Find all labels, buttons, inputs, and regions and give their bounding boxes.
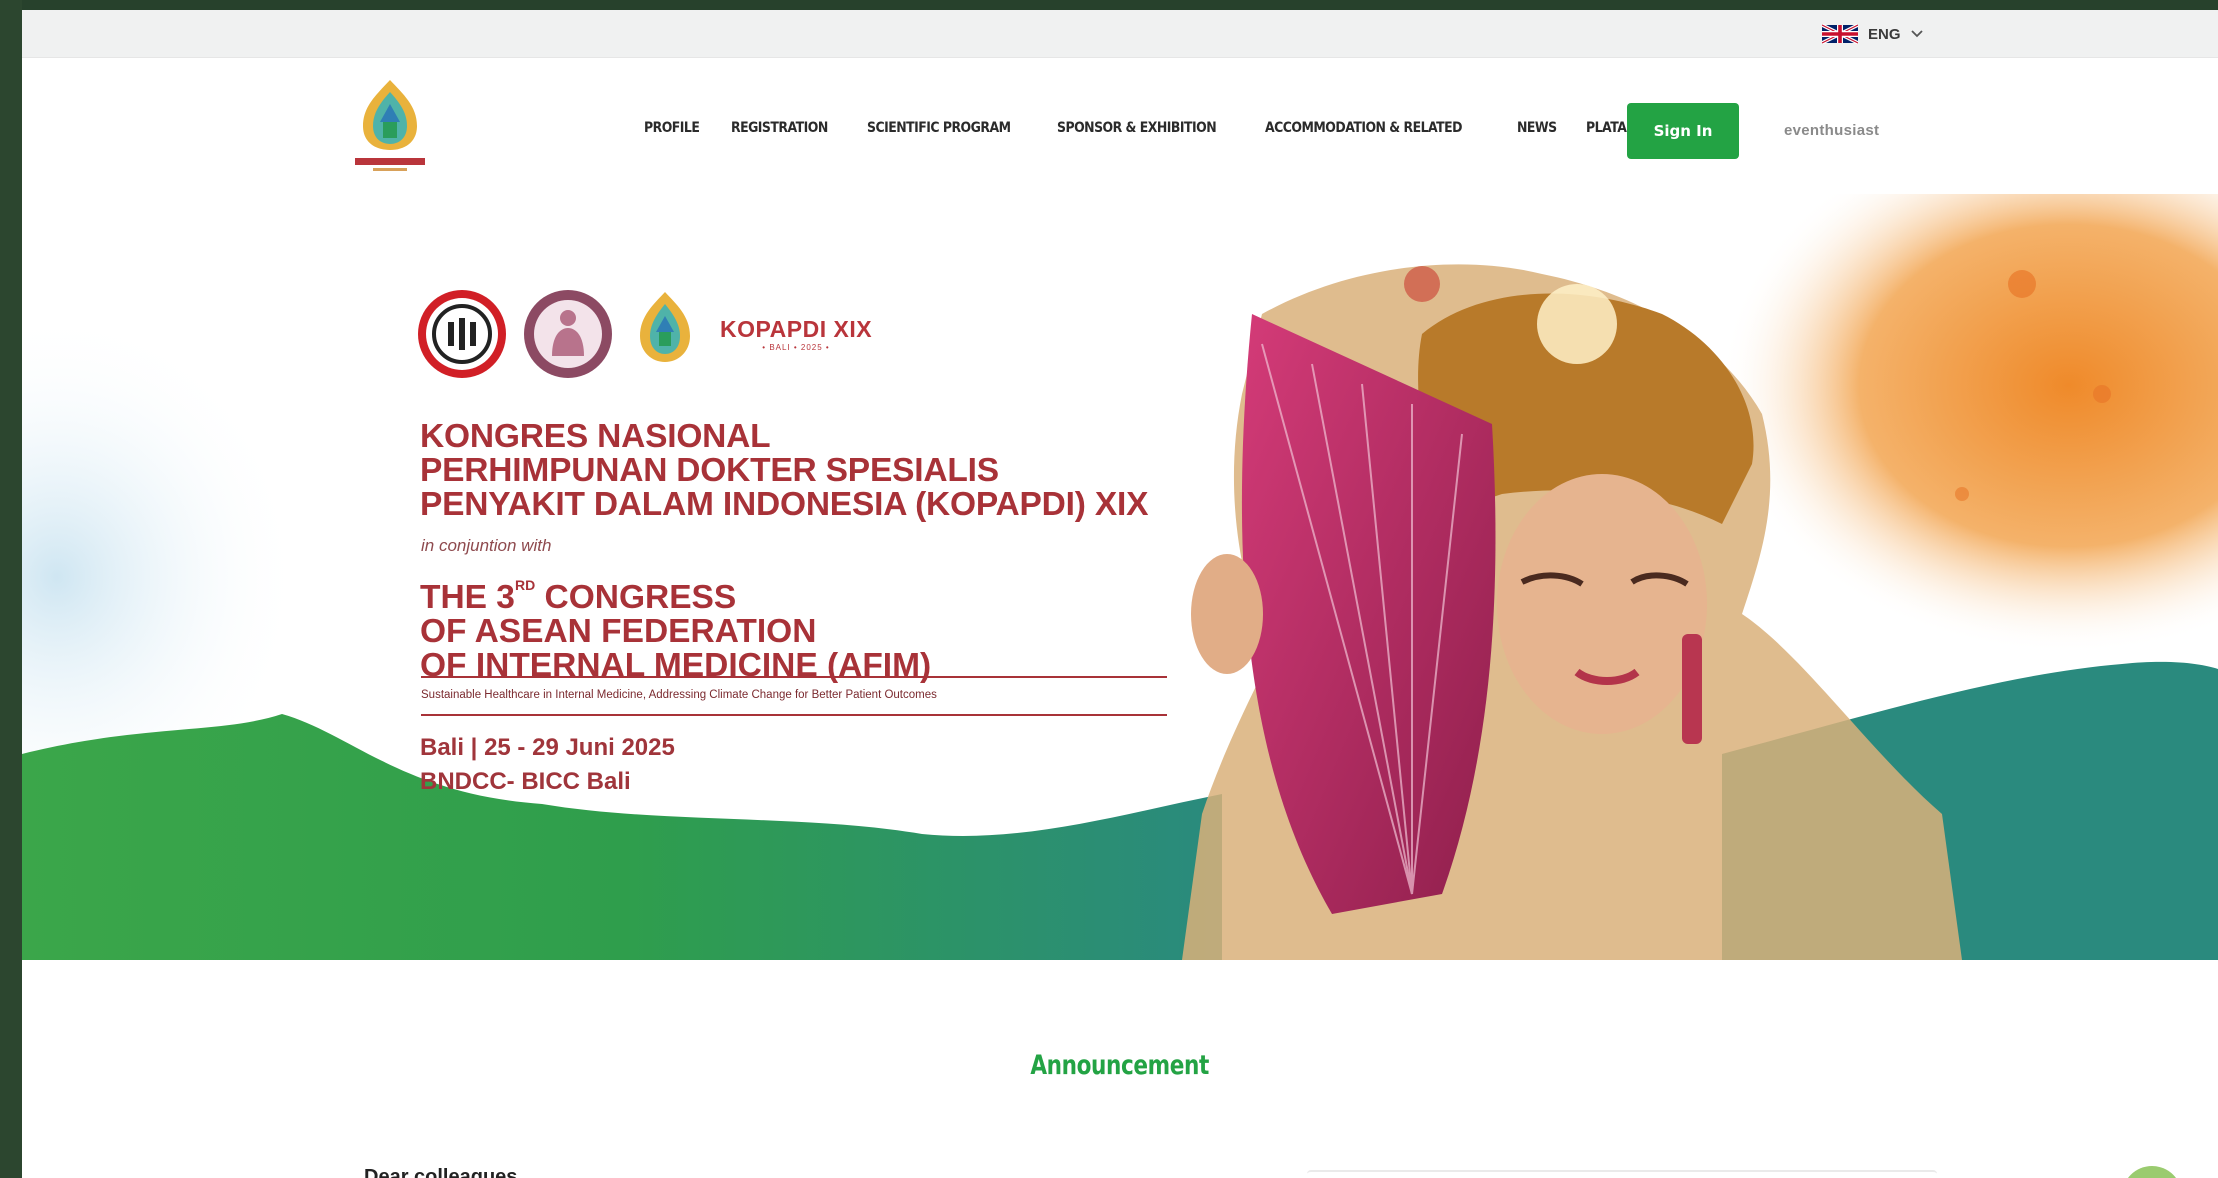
- afim-title-prefix: THE 3: [420, 579, 515, 616]
- announcement-card: [1307, 1170, 1937, 1178]
- hero-logos: KOPAPDI XIX • BALI • 2025 •: [416, 288, 872, 380]
- hero-title-line: KONGRES NASIONAL: [420, 418, 771, 455]
- congress-tagline: Sustainable Healthcare in Internal Medic…: [421, 689, 937, 701]
- afim-title: THE 3RD CONGRESS OF ASEAN FEDERATION OF …: [420, 568, 931, 683]
- uk-flag-icon: [1822, 24, 1858, 44]
- divider: [421, 714, 1167, 716]
- hero-banner: KOPAPDI XIX • BALI • 2025 • KONGRES NASI…: [22, 194, 2218, 960]
- language-label: ENG: [1868, 25, 1901, 43]
- kopapdi-logo[interactable]: [347, 76, 433, 176]
- afim-title-line: OF ASEAN FEDERATION: [420, 613, 817, 650]
- page: ENG PROFILE REGISTRATION SCIENTIFIC PROG…: [22, 10, 2218, 1178]
- eventhusiast-brand[interactable]: eventhusiast: [1784, 122, 1879, 139]
- papdi-seal-icon: [524, 290, 612, 378]
- window-frame-top: [0, 0, 2218, 10]
- ipdi-seal-icon: [418, 290, 506, 378]
- kopapdi-mark-icon: [640, 292, 690, 362]
- afim-title-suffix: CONGRESS: [535, 579, 737, 616]
- event-venue: BNDCC- BICC Bali: [420, 768, 631, 795]
- hero-title: KONGRES NASIONAL PERHIMPUNAN DOKTER SPES…: [420, 420, 1148, 522]
- hero-title-line: PERHIMPUNAN DOKTER SPESIALIS: [420, 452, 999, 489]
- nav-sponsor-exhibition[interactable]: SPONSOR & EXHIBITION: [1057, 120, 1217, 136]
- announcement-section: Announcement: [22, 1050, 2218, 1081]
- nav-registration[interactable]: REGISTRATION: [731, 120, 828, 136]
- main-nav: PROFILE REGISTRATION SCIENTIFIC PROGRAM …: [644, 110, 1743, 146]
- sign-in-button[interactable]: Sign In: [1627, 103, 1739, 159]
- site-header: PROFILE REGISTRATION SCIENTIFIC PROGRAM …: [22, 58, 2218, 194]
- afim-title-sup: RD: [514, 577, 536, 593]
- kopapdi-name: KOPAPDI XIX: [720, 316, 873, 342]
- language-switcher[interactable]: ENG: [1822, 22, 1923, 46]
- hero-title-line: PENYAKIT DALAM INDONESIA (KOPAPDI) XIX: [420, 486, 1149, 523]
- conjunction-text: in conjuntion with: [421, 536, 552, 555]
- divider: [421, 676, 1167, 678]
- hero-background: [22, 194, 2218, 960]
- nav-profile[interactable]: PROFILE: [644, 120, 700, 136]
- announcement-greeting: Dear colleagues: [364, 1166, 518, 1178]
- announcement-heading: Announcement: [1030, 1050, 1210, 1081]
- event-dates: Bali | 25 - 29 Juni 2025: [420, 734, 675, 761]
- nav-scientific-program[interactable]: SCIENTIFIC PROGRAM: [867, 120, 1011, 136]
- floating-chat-button[interactable]: [2122, 1166, 2182, 1178]
- nav-news[interactable]: NEWS: [1517, 120, 1557, 136]
- window-frame-left: [0, 0, 22, 1178]
- chevron-down-icon: [1910, 30, 1923, 38]
- kopapdi-sub: • BALI • 2025 •: [762, 343, 830, 352]
- language-bar: ENG: [22, 10, 2218, 58]
- kopapdi-wordmark: KOPAPDI XIX • BALI • 2025 •: [720, 316, 872, 352]
- nav-accommodation[interactable]: ACCOMMODATION & RELATED: [1265, 120, 1463, 136]
